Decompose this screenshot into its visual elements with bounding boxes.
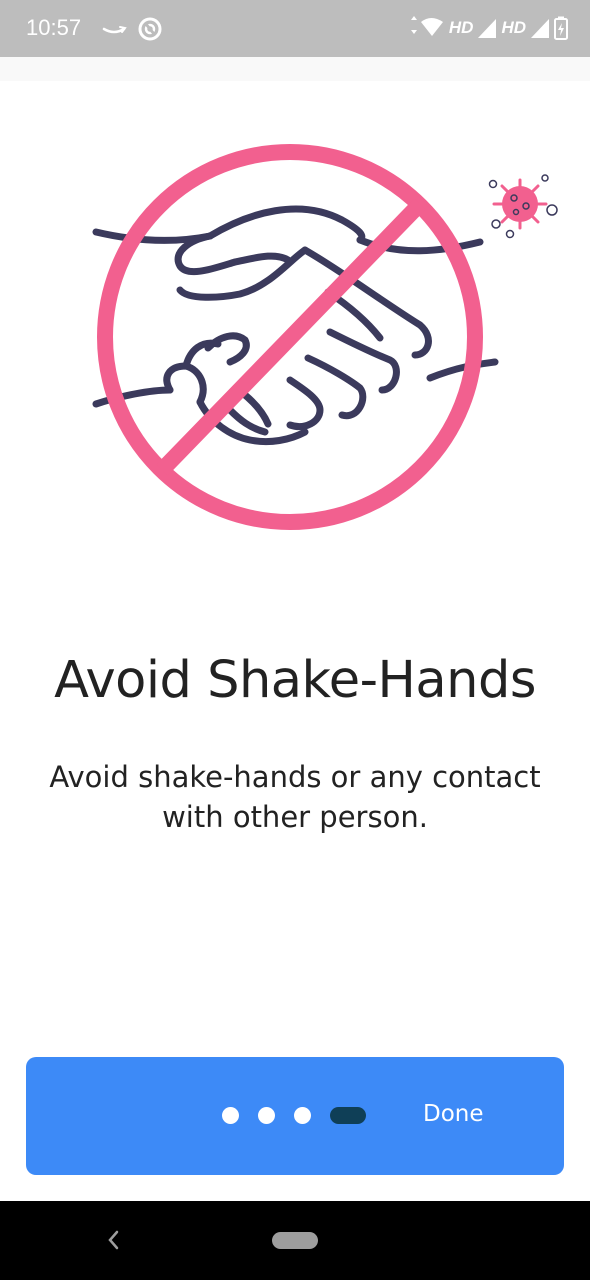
virus-icon [488,174,558,239]
page-dot-active[interactable] [330,1107,366,1124]
navigation-bar [0,1201,590,1280]
signal-icon [531,19,549,38]
page-dot[interactable] [222,1107,239,1124]
page-title: Avoid Shake-Hands [54,651,536,710]
signal-icon [478,19,497,38]
at-icon [138,17,162,41]
no-handshake-illustration [92,144,558,530]
wifi-icon [410,16,443,36]
back-icon[interactable] [103,1225,123,1260]
app-top-strip [0,57,590,81]
status-system-icons: HD HD [409,16,568,40]
network-label: HD [501,18,526,37]
battery-icon [554,16,568,40]
home-pill-icon[interactable] [272,1232,318,1249]
status-notification-icons [100,14,170,49]
amazon-icon [102,26,127,34]
page-dot[interactable] [294,1107,311,1124]
status-time: 10:57 [26,15,82,40]
page-dot[interactable] [258,1107,275,1124]
network-label: HD [448,18,474,37]
done-button[interactable]: Done [423,1101,484,1127]
status-bar: 10:57 HD HD [0,0,590,57]
page-indicator [222,1107,366,1124]
pager-panel: Done [26,1057,564,1175]
page-description: Avoid shake-hands or any contact with ot… [49,760,541,834]
